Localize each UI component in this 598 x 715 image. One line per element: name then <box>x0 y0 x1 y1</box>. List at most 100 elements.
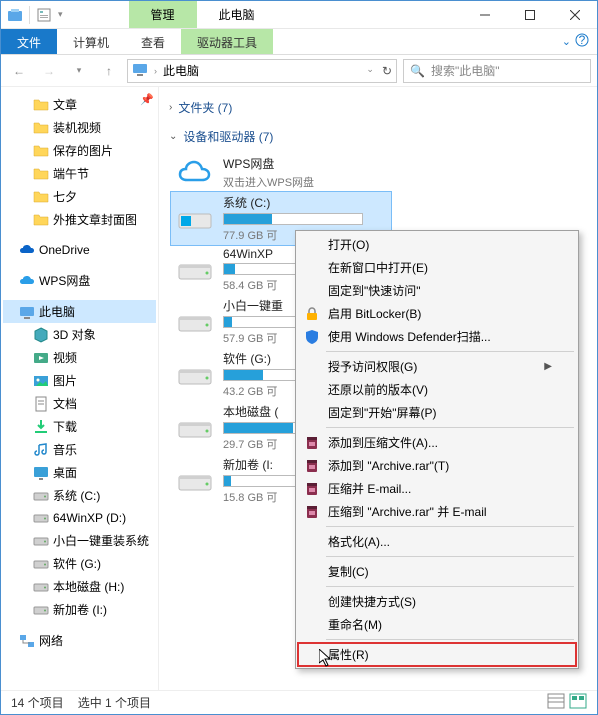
menu-item[interactable]: 还原以前的版本(V) <box>298 378 576 401</box>
group-folders[interactable]: › 文件夹 (7) <box>163 95 593 120</box>
menu-separator <box>326 556 574 557</box>
menu-item[interactable]: 复制(C) <box>298 560 576 583</box>
folder-icon <box>33 120 49 136</box>
item-icon <box>33 442 49 458</box>
cloud-icon <box>19 273 35 289</box>
tree-item[interactable]: 64WinXP (D:) <box>3 507 156 529</box>
menu-label: 添加到压缩文件(A)... <box>328 434 438 451</box>
menu-item[interactable]: 固定到"开始"屏幕(P) <box>298 401 576 424</box>
tree-folder[interactable]: 文章 <box>3 93 156 116</box>
tree-item[interactable]: 视频 <box>3 346 156 369</box>
item-icon <box>33 488 49 504</box>
pin-icon[interactable]: 📌 <box>140 93 154 106</box>
titlebar: ▾ 管理 此电脑 <box>1 1 597 29</box>
menu-label: 在新窗口中打开(E) <box>328 259 428 276</box>
tree-item[interactable]: 本地磁盘 (H:) <box>3 575 156 598</box>
address-dropdown-icon[interactable]: ⌄ <box>366 64 374 78</box>
menu-item[interactable]: 授予访问权限(G)▶ <box>298 355 576 378</box>
search-icon: 🔍 <box>410 64 425 78</box>
tree-onedrive[interactable]: OneDrive <box>3 239 156 261</box>
drive-icon <box>177 307 213 337</box>
menu-item[interactable]: 格式化(A)... <box>298 530 576 553</box>
tree-folder[interactable]: 七夕 <box>3 185 156 208</box>
folder-icon <box>33 97 49 113</box>
item-sub: 双击进入WPS网盘 <box>223 174 314 190</box>
tree-item[interactable]: 小白一键重装系统 <box>3 529 156 552</box>
view-large-icon[interactable] <box>569 693 587 712</box>
tree-item[interactable]: 图片 <box>3 369 156 392</box>
item-icon <box>33 465 49 481</box>
tree-folder[interactable]: 保存的图片 <box>3 139 156 162</box>
close-button[interactable] <box>552 1 597 29</box>
menu-item[interactable]: 压缩到 "Archive.rar" 并 E-mail <box>298 500 576 523</box>
tree-item[interactable]: 下载 <box>3 415 156 438</box>
nav-tree[interactable]: 📌 文章装机视频保存的图片端午节七夕外推文章封面图 OneDrive WPS网盘… <box>1 87 159 691</box>
menu-label: 启用 BitLocker(B) <box>328 305 421 322</box>
menu-item[interactable]: 打开(O) <box>298 233 576 256</box>
cloud-icon <box>177 158 213 188</box>
item-icon <box>33 602 49 618</box>
qat-dropdown-icon[interactable]: ▾ <box>58 9 63 20</box>
app-icon <box>7 7 23 23</box>
onedrive-icon <box>19 242 35 258</box>
drive-name: 系统 (C:) <box>223 194 363 211</box>
minimize-button[interactable] <box>462 1 507 29</box>
menu-item[interactable]: 固定到"快速访问" <box>298 279 576 302</box>
menu-item[interactable]: 启用 BitLocker(B) <box>298 302 576 325</box>
tree-item[interactable]: 音乐 <box>3 438 156 461</box>
search-box[interactable]: 🔍 搜索"此电脑" <box>403 59 591 83</box>
menu-item[interactable]: 在新窗口中打开(E) <box>298 256 576 279</box>
folder-icon <box>33 212 49 228</box>
qat-properties-icon[interactable] <box>36 7 52 23</box>
menu-item[interactable]: 添加到 "Archive.rar"(T) <box>298 454 576 477</box>
menu-label: 还原以前的版本(V) <box>328 381 428 398</box>
item-wps[interactable]: WPS网盘 双击进入WPS网盘 <box>171 153 391 192</box>
drive-icon <box>177 466 213 496</box>
tree-item[interactable]: 新加卷 (I:) <box>3 598 156 621</box>
ribbon-tab-file[interactable]: 文件 <box>1 29 57 54</box>
address-chevron-icon[interactable]: › <box>154 66 157 76</box>
tree-folder[interactable]: 端午节 <box>3 162 156 185</box>
tree-item[interactable]: 软件 (G:) <box>3 552 156 575</box>
up-button[interactable]: ↑ <box>97 59 121 83</box>
tree-wps[interactable]: WPS网盘 <box>3 269 156 292</box>
tree-item[interactable]: 文档 <box>3 392 156 415</box>
pc-icon <box>19 304 35 320</box>
menu-item[interactable]: 属性(R) <box>298 643 576 666</box>
view-details-icon[interactable] <box>547 693 565 712</box>
ribbon-expand-icon[interactable]: ⌄ <box>562 35 571 48</box>
bitlocker-icon <box>304 306 320 322</box>
menu-separator <box>326 351 574 352</box>
recent-dropdown[interactable]: ▾ <box>67 59 91 83</box>
menu-item[interactable]: 重命名(M) <box>298 613 576 636</box>
quick-access-toolbar: ▾ <box>1 6 69 24</box>
title-context-tabs: 管理 此电脑 <box>129 1 277 28</box>
ribbon-tab-computer[interactable]: 计算机 <box>57 29 125 54</box>
group-drives[interactable]: ⌄ 设备和驱动器 (7) <box>163 124 593 149</box>
ribbon-tab-view[interactable]: 查看 <box>125 29 181 54</box>
menu-item[interactable]: 使用 Windows Defender扫描... <box>298 325 576 348</box>
tree-thispc[interactable]: 此电脑 <box>3 300 156 323</box>
tree-network[interactable]: 网络 <box>3 629 156 652</box>
help-icon[interactable]: ? <box>575 33 589 50</box>
drive-icon <box>177 204 213 234</box>
maximize-button[interactable] <box>507 1 552 29</box>
address-field[interactable]: › 此电脑 ⌄ ↻ <box>127 59 397 83</box>
back-button[interactable]: ← <box>7 59 31 83</box>
tree-item[interactable]: 桌面 <box>3 461 156 484</box>
tree-item[interactable]: 系统 (C:) <box>3 484 156 507</box>
forward-button[interactable]: → <box>37 59 61 83</box>
ribbon-tab-drivetools[interactable]: 驱动器工具 <box>181 29 273 54</box>
tree-folder[interactable]: 外推文章封面图 <box>3 208 156 231</box>
menu-label: 授予访问权限(G) <box>328 358 417 375</box>
item-icon <box>33 327 49 343</box>
tree-item[interactable]: 3D 对象 <box>3 323 156 346</box>
tree-folder[interactable]: 装机视频 <box>3 116 156 139</box>
menu-item[interactable]: 压缩并 E-mail... <box>298 477 576 500</box>
item-icon <box>33 510 49 526</box>
address-text: 此电脑 <box>163 62 199 79</box>
menu-item[interactable]: 添加到压缩文件(A)... <box>298 431 576 454</box>
refresh-icon[interactable]: ↻ <box>382 64 392 78</box>
item-name: WPS网盘 <box>223 155 314 172</box>
menu-item[interactable]: 创建快捷方式(S) <box>298 590 576 613</box>
